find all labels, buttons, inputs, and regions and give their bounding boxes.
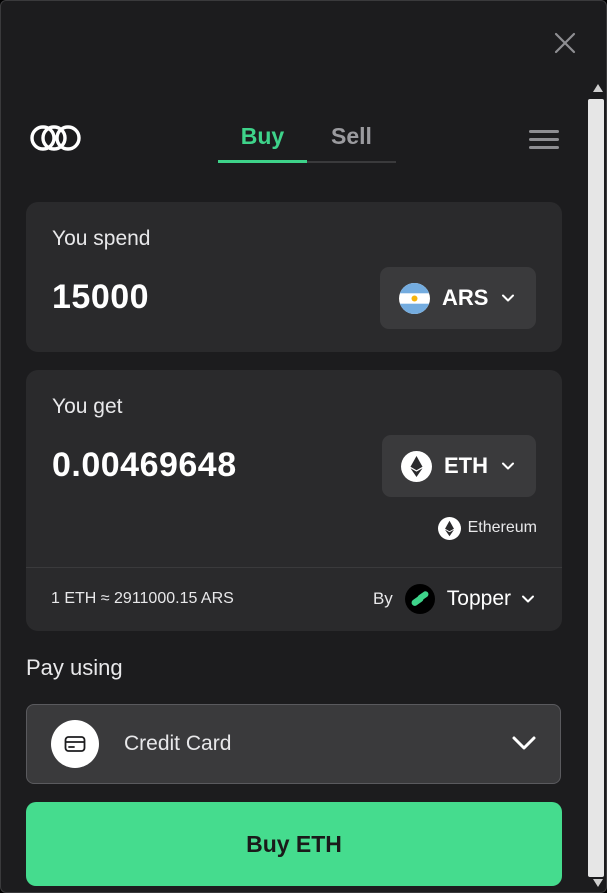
chevron-down-icon bbox=[502, 294, 514, 302]
close-icon[interactable] bbox=[552, 30, 578, 56]
buy-widget: Buy Sell You spend 15000 ARS You get 0.0… bbox=[0, 0, 607, 893]
divider bbox=[26, 567, 562, 568]
scroll-up-arrow-icon[interactable] bbox=[592, 83, 604, 93]
ethereum-icon bbox=[437, 516, 461, 540]
ethereum-icon bbox=[401, 451, 432, 482]
payment-method-name: Credit Card bbox=[124, 732, 232, 755]
topper-logo-icon bbox=[404, 584, 435, 614]
spend-card: You spend 15000 ARS bbox=[26, 202, 562, 352]
get-label: You get bbox=[52, 395, 123, 418]
provider-name: Topper bbox=[446, 587, 511, 610]
chevron-down-icon bbox=[512, 736, 536, 750]
buy-sell-tabs: Buy Sell bbox=[218, 111, 396, 163]
get-currency-code: ETH bbox=[444, 453, 488, 478]
by-label: By bbox=[372, 589, 393, 608]
pay-using-label: Pay using bbox=[26, 655, 123, 680]
spend-currency-code: ARS bbox=[442, 285, 489, 310]
spend-currency-selector[interactable]: ARS bbox=[380, 267, 536, 329]
scroll-down-arrow-icon[interactable] bbox=[592, 878, 604, 888]
network-name: Ethereum bbox=[467, 519, 537, 536]
spend-label: You spend bbox=[52, 227, 151, 250]
credit-card-icon bbox=[64, 736, 86, 752]
scrollbar-thumb[interactable] bbox=[588, 99, 604, 877]
provider-selector[interactable]: By Topper bbox=[373, 583, 535, 615]
argentina-flag-icon bbox=[399, 283, 430, 314]
network-badge: Ethereum bbox=[437, 516, 537, 540]
tab-sell[interactable]: Sell bbox=[307, 111, 396, 161]
chevron-down-icon bbox=[502, 462, 514, 470]
logo-icon bbox=[30, 125, 81, 151]
exchange-rate: 1 ETH ≈ 2911000.15 ARS bbox=[51, 590, 234, 607]
tab-active-indicator bbox=[218, 160, 307, 163]
payment-method-select[interactable]: Credit Card bbox=[26, 704, 561, 784]
get-currency-selector[interactable]: ETH bbox=[382, 435, 536, 497]
chevron-down-icon bbox=[522, 595, 534, 603]
get-amount: 0.00469648 bbox=[52, 446, 237, 484]
scrollbar[interactable] bbox=[588, 83, 606, 892]
buy-eth-button[interactable]: Buy ETH bbox=[26, 802, 562, 886]
hamburger-menu-icon[interactable] bbox=[527, 127, 561, 151]
credit-card-icon-badge bbox=[51, 720, 99, 768]
tab-buy[interactable]: Buy bbox=[218, 111, 307, 161]
spend-amount-input[interactable]: 15000 bbox=[52, 278, 149, 317]
get-card: You get 0.00469648 ETH Ethereum 1 ETH ≈ … bbox=[26, 370, 562, 631]
